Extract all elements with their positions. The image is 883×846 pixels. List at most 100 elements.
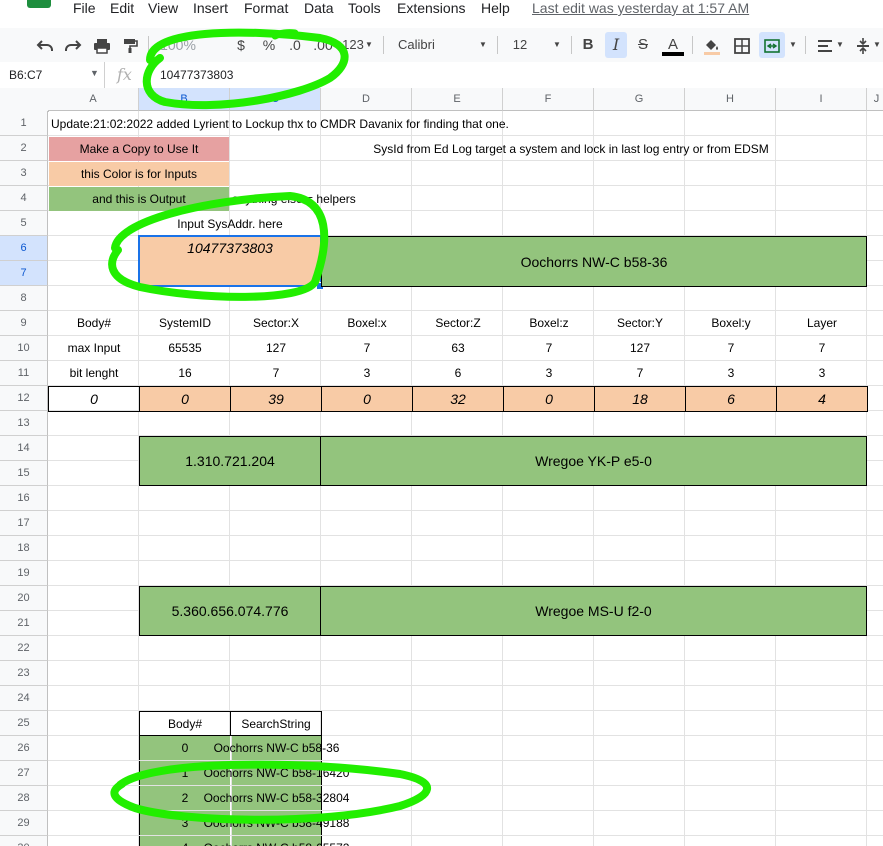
align-horizontal-icon[interactable] (815, 28, 835, 62)
column-header-c[interactable]: C (230, 88, 321, 111)
result1-value[interactable]: 1.310.721.204 (139, 436, 321, 486)
sheets-logo-icon[interactable] (27, 0, 51, 8)
header-row-cell[interactable]: Boxel:x (322, 311, 412, 335)
legend-copy[interactable]: Make a Copy to Use It (49, 137, 229, 161)
row-header-11[interactable]: 11 (0, 361, 48, 386)
row-header-9[interactable]: 9 (0, 311, 48, 336)
row-header-26[interactable]: 26 (0, 736, 48, 761)
bit-length-row-cell[interactable]: 16 (140, 361, 230, 385)
row-header-17[interactable]: 17 (0, 511, 48, 536)
chevron-down-icon[interactable]: ▼ (553, 28, 561, 62)
bit-length-row-cell[interactable]: 7 (595, 361, 685, 385)
chevron-down-icon[interactable]: ▼ (873, 28, 881, 62)
row-header-2[interactable]: 2 (0, 136, 48, 161)
table-row-search[interactable]: Oochorrs NW-C b58-16420 (204, 761, 349, 785)
values-row-cell[interactable]: 0 (503, 386, 595, 412)
column-header-f[interactable]: F (503, 88, 594, 111)
bit-length-row-cell[interactable]: bit lenght (49, 361, 139, 385)
search-table-header[interactable]: Body# (139, 711, 231, 736)
row-header-16[interactable]: 16 (0, 486, 48, 511)
chevron-down-icon[interactable]: ▼ (365, 28, 373, 62)
update-note[interactable]: Update:21:02:2022 added Lyrient to Locku… (48, 111, 548, 136)
strikethrough-button[interactable]: S (634, 28, 652, 62)
column-header-d[interactable]: D (321, 88, 412, 111)
chevron-down-icon[interactable]: ▼ (90, 68, 99, 78)
column-header-a[interactable]: A (48, 88, 139, 111)
values-row-cell[interactable]: 0 (48, 386, 140, 412)
menu-tools[interactable]: Tools (348, 0, 381, 16)
sysid-note[interactable]: SysId from Ed Log target a system and lo… (321, 137, 821, 161)
values-row-cell[interactable]: 0 (139, 386, 231, 412)
decrease-decimal-button[interactable]: .0 (286, 28, 304, 62)
search-table-header[interactable]: SearchString (230, 711, 322, 736)
table-row-search[interactable]: Oochorrs NW-C b58-49188 (204, 811, 349, 835)
result2-name[interactable]: Wregoe MS-U f2-0 (320, 586, 867, 636)
bold-button[interactable]: B (579, 28, 597, 62)
row-header-20[interactable]: 20 (0, 586, 48, 611)
chevron-down-icon[interactable]: ▼ (836, 28, 844, 62)
header-row-cell[interactable]: SystemID (140, 311, 230, 335)
values-row-cell[interactable]: 6 (685, 386, 777, 412)
row-header-25[interactable]: 25 (0, 711, 48, 736)
header-row-cell[interactable]: Boxel:y (686, 311, 776, 335)
row-header-4[interactable]: 4 (0, 186, 48, 211)
menu-insert[interactable]: Insert (193, 0, 228, 16)
row-header-12[interactable]: 12 (0, 386, 48, 411)
table-row-search[interactable]: Oochorrs NW-C b58-32804 (204, 786, 349, 810)
row-header-14[interactable]: 14 (0, 436, 48, 461)
input-label[interactable]: Input SysAddr. here (139, 212, 321, 236)
column-header-b[interactable]: B (139, 88, 230, 111)
max-input-row-cell[interactable]: 127 (231, 336, 321, 360)
text-color-button[interactable]: A (662, 28, 684, 62)
values-row-cell[interactable]: 32 (412, 386, 504, 412)
row-header-28[interactable]: 28 (0, 786, 48, 811)
bit-length-row-cell[interactable]: 3 (686, 361, 776, 385)
table-row-search[interactable]: Oochorrs NW-C b58-65572 (204, 836, 349, 846)
header-row-cell[interactable]: Boxel:z (504, 311, 594, 335)
legend-inputs[interactable]: this Color is for Inputs (49, 162, 229, 186)
column-header-j[interactable]: J (867, 88, 883, 111)
values-row-cell[interactable]: 18 (594, 386, 686, 412)
values-row-cell[interactable]: 39 (230, 386, 322, 412)
menu-format[interactable]: Format (244, 0, 288, 16)
chevron-down-icon[interactable]: ▼ (789, 28, 797, 62)
chevron-down-icon[interactable]: ▼ (479, 28, 487, 62)
row-header-29[interactable]: 29 (0, 811, 48, 836)
row-header-22[interactable]: 22 (0, 636, 48, 661)
bit-length-row-cell[interactable]: 6 (413, 361, 503, 385)
font-size-select[interactable]: 12 (511, 28, 529, 62)
row-header-7[interactable]: 7 (0, 261, 48, 286)
row-header-27[interactable]: 27 (0, 761, 48, 786)
redo-icon[interactable] (62, 28, 84, 62)
bit-length-row-cell[interactable]: 7 (231, 361, 321, 385)
max-input-row-cell[interactable]: 7 (322, 336, 412, 360)
menu-file[interactable]: File (73, 0, 96, 16)
font-family-select[interactable]: Calibri (398, 28, 448, 62)
column-header-i[interactable]: I (776, 88, 867, 111)
result1-name[interactable]: Wregoe YK-P e5-0 (320, 436, 867, 486)
row-header-15[interactable]: 15 (0, 461, 48, 486)
row-header-30[interactable]: 30 (0, 836, 48, 846)
menu-edit[interactable]: Edit (110, 0, 134, 16)
header-row-cell[interactable]: Sector:X (231, 311, 321, 335)
align-vertical-icon[interactable] (853, 28, 873, 62)
max-input-row-cell[interactable]: 127 (595, 336, 685, 360)
max-input-row-cell[interactable]: 7 (777, 336, 867, 360)
column-header-h[interactable]: H (685, 88, 776, 111)
header-row-cell[interactable]: Sector:Z (413, 311, 503, 335)
bit-length-row-cell[interactable]: 3 (322, 361, 412, 385)
menu-view[interactable]: View (148, 0, 178, 16)
header-row-cell[interactable]: Layer (777, 311, 867, 335)
values-row-cell[interactable]: 0 (321, 386, 413, 412)
row-header-3[interactable]: 3 (0, 161, 48, 186)
max-input-row-cell[interactable]: 7 (686, 336, 776, 360)
row-header-18[interactable]: 18 (0, 536, 48, 561)
row-header-21[interactable]: 21 (0, 611, 48, 636)
row-header-13[interactable]: 13 (0, 411, 48, 436)
print-icon[interactable] (91, 28, 113, 62)
row-header-19[interactable]: 19 (0, 561, 48, 586)
row-header-5[interactable]: 5 (0, 211, 48, 236)
row-header-8[interactable]: 8 (0, 286, 48, 311)
row-header-24[interactable]: 24 (0, 686, 48, 711)
result2-value[interactable]: 5.360.656.074.776 (139, 586, 321, 636)
